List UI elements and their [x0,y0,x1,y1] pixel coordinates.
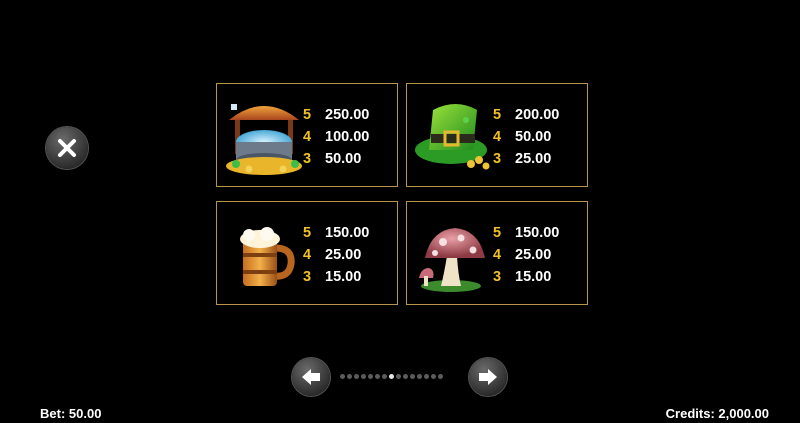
bet-amount: Bet: 50.00 [40,406,102,421]
close-button[interactable] [46,127,88,169]
paytable-card-leprechaun-hat: 5 200.00 4 50.00 3 25.00 [406,83,588,187]
page-dot [368,374,373,379]
payout-amount: 250.00 [325,107,370,123]
pay-row: 4 50.00 [493,126,559,148]
symbol-count: 3 [303,151,312,167]
payout-amount: 25.00 [325,247,362,263]
page-dot [354,374,359,379]
page-dot [403,374,408,379]
page-dot [431,374,436,379]
payout-amount: 15.00 [325,269,362,285]
paytable-grid: 5 250.00 4 100.00 3 50.00 5 200.00 4 50.00 32… [216,83,590,307]
symbol-count: 5 [493,225,502,241]
close-icon [58,139,76,157]
pay-row: 3 50.00 [303,148,369,170]
payout-amount: 150.00 [515,225,560,241]
symbol-count: 4 [303,129,312,145]
paytable-card-beer-mug: 5 150.00 4 25.00 3 15.00 [216,201,398,305]
next-page-button[interactable] [469,358,507,396]
pay-row: 5 150.00 [303,222,369,244]
page-dot [375,374,380,379]
payout-amount: 50.00 [325,151,362,167]
symbol-count: 5 [303,107,312,123]
paytable-values: 5 150.00 4 25.00 3 15.00 [303,222,369,288]
payout-amount: 200.00 [515,107,560,123]
paytable-values: 5 200.00 4 50.00 3 25.00 [493,104,559,170]
symbol-count: 3 [493,269,502,285]
arrow-left-icon [302,369,320,385]
pay-row: 4 25.00 [493,244,559,266]
pay-row: 5 150.00 [493,222,559,244]
pay-row: 4 25.00 [303,244,369,266]
page-indicator [340,374,443,380]
payout-amount: 25.00 [515,247,552,263]
mushroom-icon [419,228,485,292]
pay-row: 3 15.00 [303,266,369,288]
page-dot [382,374,387,379]
page-dot [410,374,415,379]
pay-row: 4 100.00 [303,126,369,148]
paytable-card-mushroom: 5 150.00 4 25.00 3 15.00 [406,201,588,305]
pay-row: 5 250.00 [303,104,369,126]
pay-row: 3 25.00 [493,148,559,170]
page-dot [340,374,345,379]
paytable-values: 5 250.00 4 100.00 3 50.00 [303,104,369,170]
symbol-count: 3 [493,151,502,167]
symbol-count: 3 [303,269,312,285]
symbol-count: 5 [303,225,312,241]
payout-amount: 25.00 [515,151,552,167]
page-dot [347,374,352,379]
credits-balance: Credits: 2,000.00 [665,406,769,421]
page-dot [361,374,366,379]
payout-amount: 100.00 [325,129,370,145]
payout-amount: 15.00 [515,269,552,285]
page-dot [389,374,394,379]
beer-mug-icon [240,227,295,286]
payout-amount: 150.00 [325,225,370,241]
symbol-count: 5 [493,107,502,123]
page-dot [396,374,401,379]
previous-page-button[interactable] [292,358,330,396]
payout-amount: 50.00 [515,129,552,145]
symbol-count: 4 [303,247,312,263]
symbol-count: 4 [493,247,502,263]
page-dot [417,374,422,379]
leprechaun-hat-icon [415,104,490,170]
wishing-well-symbol-icon [226,104,302,175]
arrow-right-icon [479,369,497,385]
pay-row: 5 200.00 [493,104,559,126]
paytable-card-wishing-well: 5 250.00 4 100.00 3 50.00 [216,83,398,187]
paytable-values: 5 150.00 4 25.00 3 15.00 [493,222,559,288]
page-dot [438,374,443,379]
pay-row: 3 15.00 [493,266,559,288]
symbol-count: 4 [493,129,502,145]
page-dot [424,374,429,379]
